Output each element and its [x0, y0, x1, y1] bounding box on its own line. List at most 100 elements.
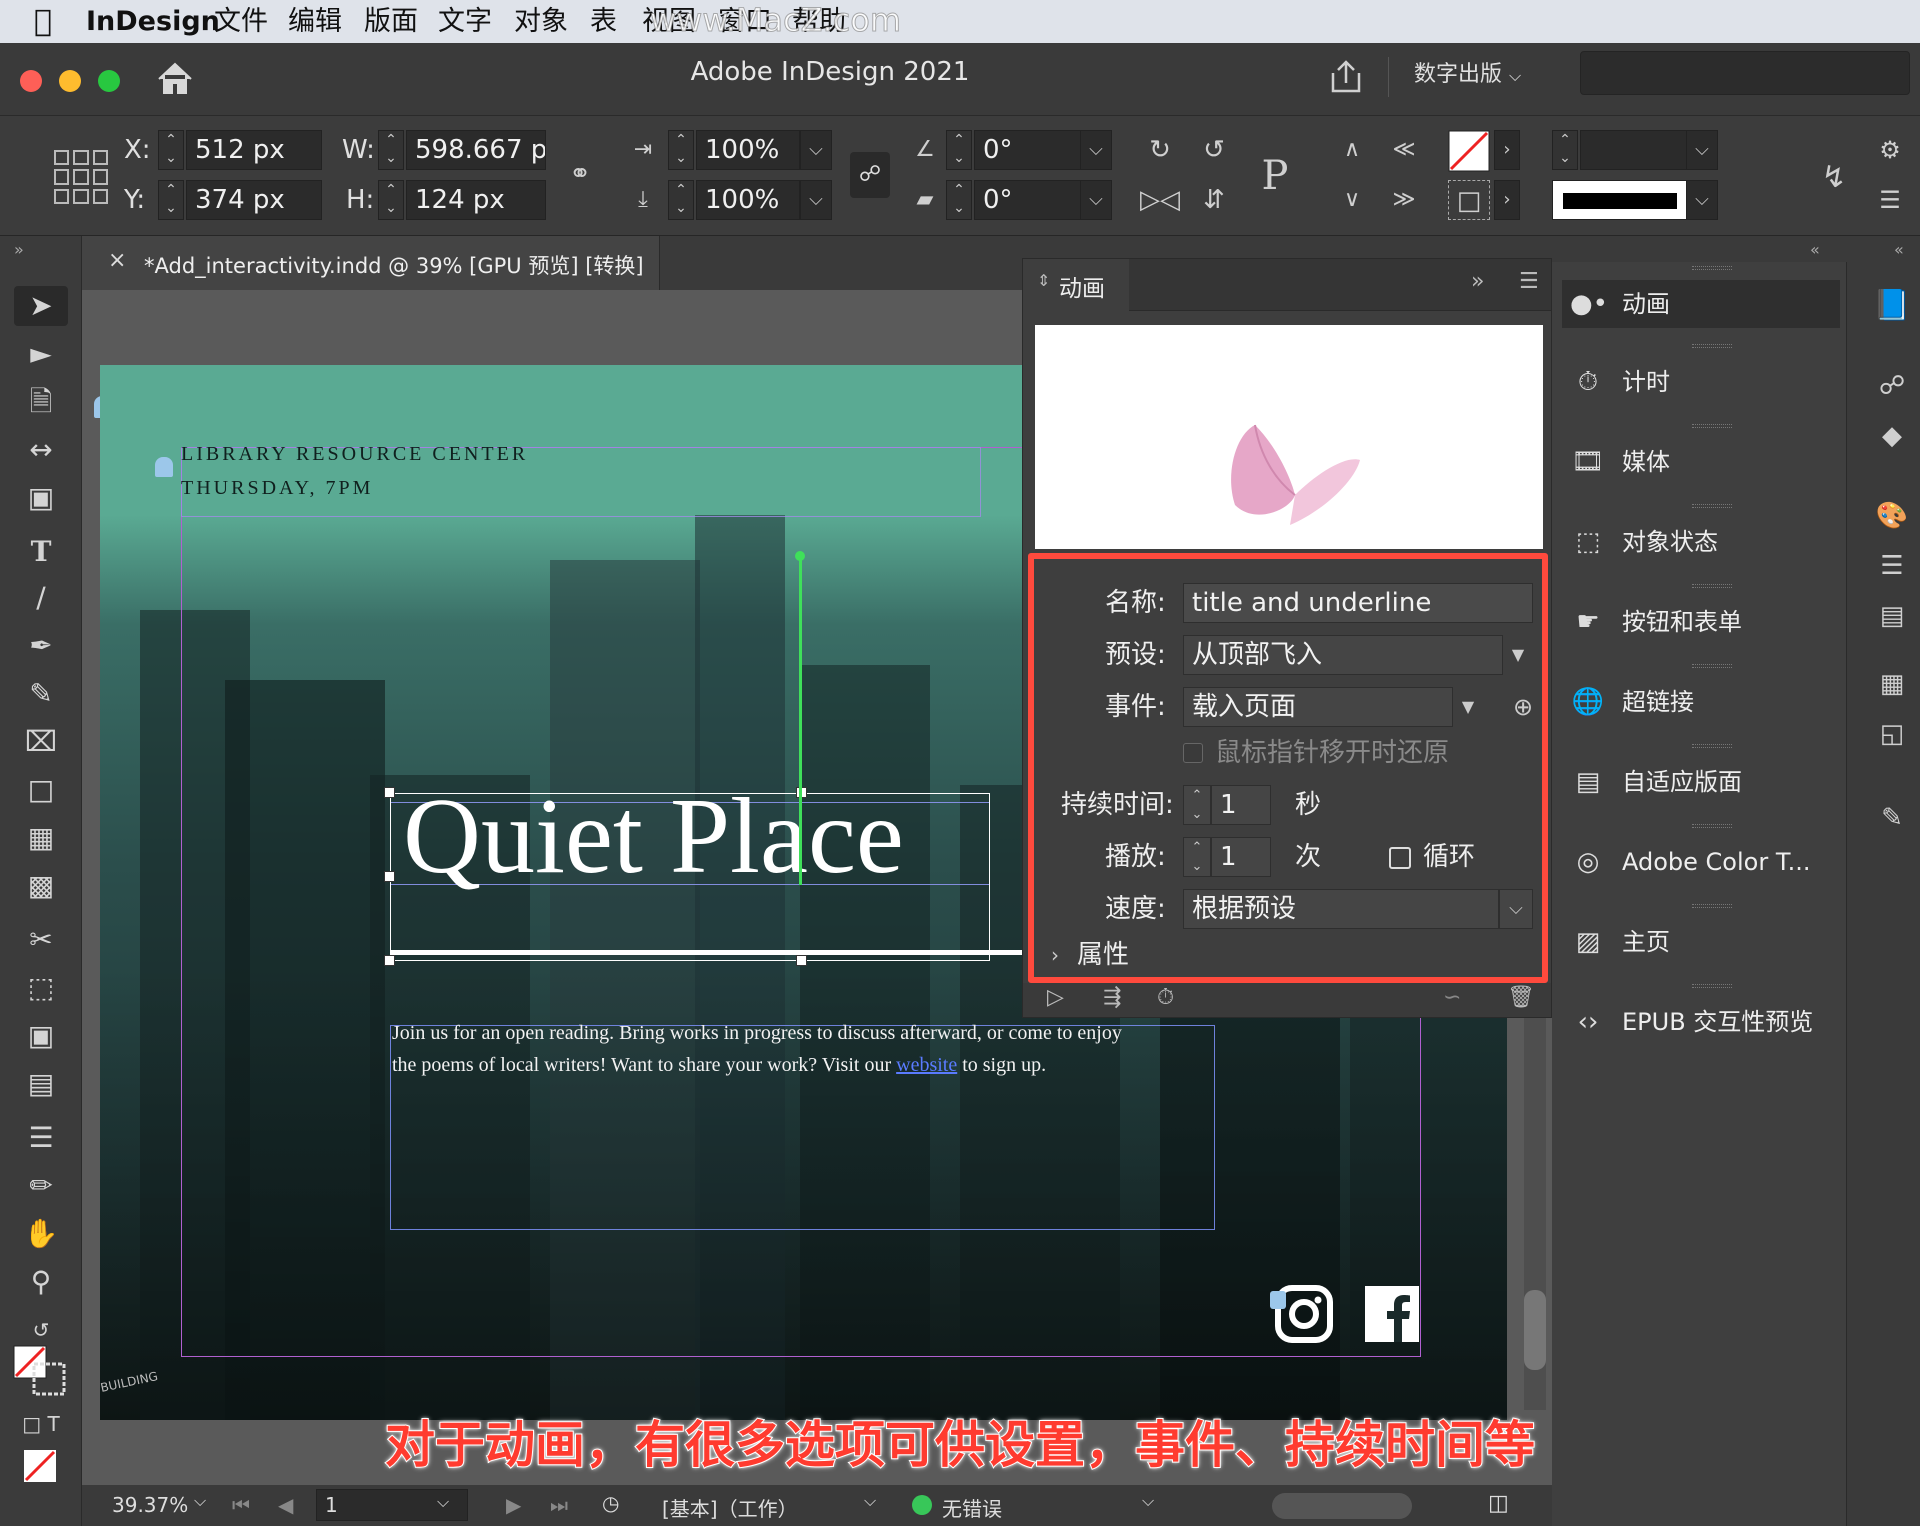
menu-file[interactable]: 文件	[214, 4, 268, 40]
content-collector-icon[interactable]: ▣	[14, 478, 68, 518]
links-icon[interactable]: ☍	[1870, 366, 1914, 406]
table-tool-icon[interactable]: ▦	[14, 818, 68, 858]
speed-select[interactable]: 根据预设	[1183, 889, 1499, 929]
fill-none-swatch-icon[interactable]	[1448, 130, 1490, 172]
scale-x-stepper[interactable]: ⌃ ⌄	[668, 130, 694, 170]
hand-tool-icon[interactable]: ✋	[14, 1214, 68, 1254]
w-stepper[interactable]: ⌃ ⌄	[378, 130, 404, 170]
panel-tab-timing[interactable]: ⏱ 计时	[1562, 358, 1832, 406]
chevron-down-icon[interactable]: ⌵	[864, 1491, 876, 1511]
fill-dropdown[interactable]: ›	[1494, 130, 1520, 170]
menu-table[interactable]: 表	[590, 4, 617, 40]
x-field[interactable]: 512 px	[186, 130, 322, 170]
scale-y-stepper[interactable]: ⌃ ⌄	[668, 180, 694, 220]
eyedropper-tool-icon[interactable]: ✏	[14, 1166, 68, 1206]
search-field[interactable]	[1580, 51, 1910, 95]
gradient-icon[interactable]: ▤	[1870, 596, 1914, 636]
pen-tool-icon[interactable]: ✒	[14, 626, 68, 666]
motion-path-start[interactable]	[795, 551, 805, 561]
link-scale-icon[interactable]: ☍	[850, 152, 890, 198]
h-stepper[interactable]: ⌃ ⌄	[378, 180, 404, 220]
panel-tab-pages[interactable]: ▨ 主页	[1562, 918, 1832, 966]
rotate-cw-icon[interactable]: ↻	[1140, 130, 1180, 170]
animation-panel-tab[interactable]: ⇕ 动画	[1023, 259, 1129, 311]
note-tool-icon[interactable]: ☰	[14, 1118, 68, 1158]
gradient-swatch-tool-icon[interactable]: ▣	[14, 1016, 68, 1056]
close-tab-icon[interactable]: ×	[108, 248, 126, 273]
settings-gear-icon[interactable]: ⚙	[1872, 130, 1908, 170]
panel-tab-media[interactable]: 🎞 媒体	[1562, 438, 1832, 486]
previous-page-icon[interactable]: ◀	[278, 1493, 293, 1517]
stroke-weight-field[interactable]	[1580, 130, 1690, 170]
panel-tab-animation[interactable]: ●• 动画	[1562, 280, 1840, 328]
collapse-panels-icon[interactable]: «	[1810, 240, 1820, 259]
panel-tab-liquid-layout[interactable]: ▤ 自适应版面	[1562, 758, 1832, 806]
y-stepper[interactable]: ⌃ ⌄	[158, 180, 184, 220]
selection-tool-icon[interactable]: ➤	[14, 286, 68, 326]
preview-spread-icon[interactable]: ▷	[1047, 985, 1064, 1010]
open-document-icon[interactable]: ◷	[602, 1491, 619, 1515]
scale-y-field[interactable]: 100%	[696, 180, 800, 220]
layers-icon[interactable]: ◆	[1870, 416, 1914, 456]
select-content-icon[interactable]: ∨	[1334, 180, 1370, 220]
rotate-ccw-icon[interactable]: ↺	[1194, 130, 1234, 170]
event-select[interactable]: 载入页面	[1183, 687, 1453, 727]
rectangle-tool-icon[interactable]: □	[14, 770, 68, 810]
scale-x-dropdown[interactable]: ⌵	[800, 130, 832, 170]
play-stepper[interactable]: ⌃ ⌄	[1183, 837, 1211, 877]
line-tool-icon[interactable]: ∕	[14, 578, 68, 618]
flip-vertical-icon[interactable]: ⇵	[1194, 180, 1234, 220]
zoom-level[interactable]: 39.37%	[112, 1493, 188, 1517]
direct-selection-tool-icon[interactable]: ►	[14, 334, 68, 374]
stroke-weight-stepper[interactable]: ⌃ ⌄	[1552, 130, 1578, 170]
panel-tab-hyperlinks[interactable]: 🌐 超链接	[1562, 678, 1832, 726]
website-link[interactable]: website	[896, 1054, 957, 1076]
scissors-tool-icon[interactable]: ✂	[14, 920, 68, 960]
chevron-right-icon[interactable]: ›	[1051, 935, 1059, 975]
convert-to-motion-path-icon[interactable]: ⇶	[1103, 985, 1121, 1010]
chevron-down-icon[interactable]: ⌵	[1142, 1491, 1154, 1511]
grid-tool-icon[interactable]: ▩	[14, 866, 68, 906]
pencil-tool-icon[interactable]: ✎	[14, 674, 68, 714]
play-field[interactable]: 1	[1211, 837, 1271, 877]
scrollbar-thumb[interactable]	[1524, 1290, 1546, 1370]
selection-handle[interactable]	[796, 955, 807, 966]
zoom-tool-icon[interactable]: ⚲	[14, 1262, 68, 1302]
quick-apply-icon[interactable]: ↯	[1816, 158, 1852, 198]
selection-handle[interactable]	[384, 871, 395, 882]
select-next-icon[interactable]: ≫	[1386, 180, 1422, 220]
scale-x-field[interactable]: 100%	[696, 130, 800, 170]
expand-toolbar-icon[interactable]: »	[14, 240, 24, 259]
stroke-swatch-icon[interactable]: □	[1448, 180, 1490, 220]
gradient-feather-tool-icon[interactable]: ▤	[14, 1064, 68, 1104]
panel-tab-epub-preview[interactable]: ‹› EPUB 交互性预览	[1562, 998, 1832, 1046]
document-tab[interactable]: × *Add_interactivity.indd @ 39% [GPU 预览]…	[82, 236, 660, 290]
next-page-icon[interactable]: ▶	[506, 1493, 521, 1517]
stroke-type-field[interactable]	[1552, 180, 1688, 220]
properties-section[interactable]: 属性	[1077, 935, 1129, 975]
panel-tab-buttons-forms[interactable]: ☛ 按钮和表单	[1562, 598, 1832, 646]
panel-menu-icon[interactable]: ☰	[1519, 269, 1539, 294]
workspace-switcher[interactable]: 数字出版 ⌵	[1414, 55, 1521, 96]
stroke-weight-dropdown[interactable]: ⌵	[1686, 130, 1718, 170]
stroke-dropdown[interactable]: ›	[1494, 180, 1520, 220]
timing-panel-icon[interactable]: ⏱	[1157, 985, 1174, 1010]
pages-icon[interactable]: ◱	[1870, 714, 1914, 754]
menu-layout[interactable]: 版面	[364, 4, 418, 40]
rotate-stepper[interactable]: ⌃ ⌄	[946, 130, 972, 170]
add-event-icon[interactable]: ⊕	[1505, 687, 1541, 727]
motion-path[interactable]	[799, 555, 802, 885]
chevron-down-icon[interactable]: ▼	[1503, 635, 1533, 675]
instagram-icon[interactable]	[1270, 1285, 1336, 1343]
delete-icon[interactable]: 🗑	[1507, 985, 1535, 1010]
menu-type[interactable]: 文字	[438, 4, 492, 40]
shear-dropdown[interactable]: ⌵	[1080, 180, 1112, 220]
panel-tab-object-states[interactable]: ⬚ 对象状态	[1562, 518, 1832, 566]
lock-icon[interactable]	[155, 457, 173, 477]
motion-path-icon[interactable]: ∽	[1443, 985, 1461, 1010]
flip-horizontal-icon[interactable]: ▷◁	[1140, 180, 1180, 220]
menu-edit[interactable]: 编辑	[288, 4, 342, 40]
preset-select[interactable]: 从顶部飞入	[1183, 635, 1503, 675]
page-number-field[interactable]: 1 ⌵	[316, 1489, 468, 1521]
panel-tab-adobe-color[interactable]: ◎ Adobe Color T...	[1562, 838, 1832, 886]
